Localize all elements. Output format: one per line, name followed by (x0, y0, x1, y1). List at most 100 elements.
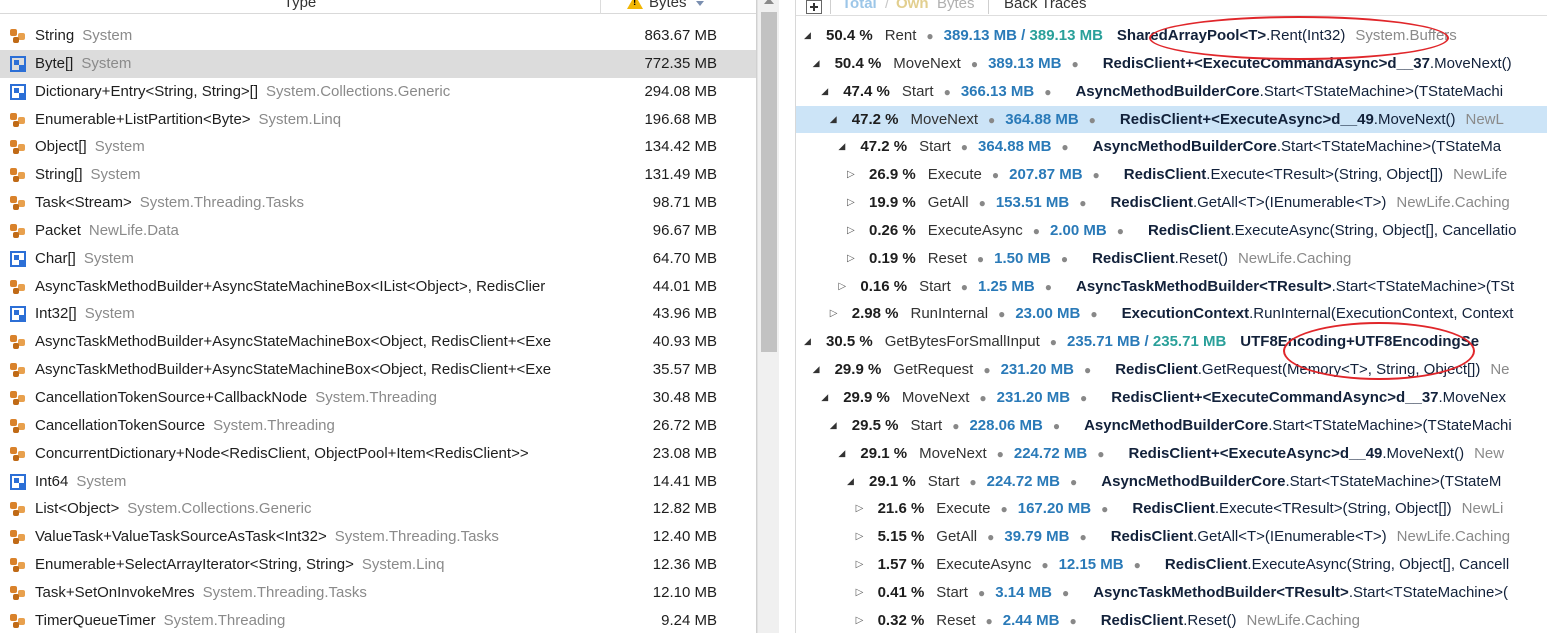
trace-bytes: 389.13 MB (943, 27, 1018, 44)
type-row[interactable]: CancellationTokenSource+CallbackNode Syst… (0, 384, 756, 412)
type-row[interactable]: Char[] System 64.70 MB (0, 245, 756, 273)
type-row[interactable]: Enumerable+SelectArrayIterator<String, S… (0, 551, 756, 579)
trace-method: Execute (927, 166, 982, 184)
type-row[interactable]: TimerQueueTimer System.Threading 9.24 MB (0, 607, 756, 633)
type-row[interactable]: Task<Stream> System.Threading.Tasks 98.71 … (0, 189, 756, 217)
type-name: TimerQueueTimer System.Threading (35, 607, 595, 633)
trace-row[interactable]: ◢ 47.2 % MoveNext ● 364.88 MB ● RedisClient+<E… (796, 105, 1547, 134)
trace-row[interactable]: ◢ 50.4 % MoveNext ● 389.13 MB ● RedisClient+<E… (796, 50, 1547, 78)
expanded-arrow-icon[interactable]: ◢ (813, 50, 820, 78)
type-name: Enumerable+SelectArrayIterator<String, S… (35, 551, 595, 579)
trace-row[interactable]: ▷ 1.57 % ExecuteAsync ● 12.15 MB ● RedisClient… (796, 551, 1547, 579)
trace-row[interactable]: ▷ 0.26 % ExecuteAsync ● 2.00 MB ● RedisClient.… (796, 217, 1547, 245)
type-row[interactable]: String System 863.67 MB (0, 22, 756, 50)
collapsed-arrow-icon[interactable]: ▷ (847, 245, 855, 273)
type-row[interactable]: Task+SetOnInvokeMres System.Threading.Tas… (0, 579, 756, 607)
expanded-arrow-icon[interactable]: ◢ (838, 133, 845, 161)
expanded-arrow-icon[interactable]: ◢ (821, 78, 828, 106)
collapsed-arrow-icon[interactable]: ▷ (856, 607, 864, 633)
toggle-bytes[interactable]: Bytes (937, 0, 975, 16)
back-traces-title[interactable]: Back Traces (1004, 0, 1087, 16)
trace-row[interactable]: ▷ 0.16 % Start ● 1.25 MB ● AsyncTaskMethodBuil… (796, 273, 1547, 301)
type-row[interactable]: List<Object> System.Collections.Generic 12… (0, 495, 756, 523)
trace-row[interactable]: ▷ 2.98 % RunInternal ● 23.00 MB ● ExecutionCon… (796, 300, 1547, 328)
trace-row[interactable]: ▷ 0.41 % Start ● 3.14 MB ● AsyncTaskMethodBuil… (796, 579, 1547, 607)
type-row[interactable]: Object[] System 134.42 MB (0, 133, 756, 161)
collapsed-arrow-icon[interactable]: ▷ (838, 273, 846, 301)
trace-row[interactable]: ◢ 47.4 % Start ● 366.13 MB ● AsyncMethodBuilde… (796, 78, 1547, 106)
collapsed-arrow-icon[interactable]: ▷ (856, 551, 864, 579)
trace-method: MoveNext (919, 444, 987, 462)
trace-row[interactable]: ◢ 47.2 % Start ● 364.88 MB ● AsyncMethodBuilde… (796, 133, 1547, 161)
expand-all-button[interactable] (806, 0, 822, 14)
trace-row[interactable]: ◢ 50.4 % Rent ● 389.13 MB / 389.13 MB SharedA… (796, 22, 1547, 50)
expanded-arrow-icon[interactable]: ◢ (804, 22, 811, 50)
trace-row[interactable]: ◢ 29.1 % MoveNext ● 224.72 MB ● RedisClient+<E… (796, 440, 1547, 468)
expanded-arrow-icon[interactable]: ◢ (838, 440, 845, 468)
separator-dot: ● (1071, 56, 1079, 71)
trace-line: 0.16 % Start ● 1.25 MB ● AsyncTaskMethodBuild… (860, 273, 1524, 302)
type-bytes: 294.08 MB (644, 82, 717, 100)
separator-dot: ● (996, 446, 1004, 461)
types-scrollbar-thumb[interactable] (761, 12, 777, 352)
types-scrollbar[interactable] (757, 0, 779, 633)
trace-row[interactable]: ◢ 29.5 % Start ● 228.06 MB ● AsyncMethodBuilde… (796, 412, 1547, 440)
type-row[interactable]: Byte[] System 772.35 MB (0, 49, 756, 78)
collapsed-arrow-icon[interactable]: ▷ (856, 523, 864, 551)
trace-row[interactable]: ▷ 5.15 % GetAll ● 39.79 MB ● RedisClient.GetAl… (796, 523, 1547, 551)
type-row[interactable]: Int64 System 14.41 MB (0, 468, 756, 496)
class-icon (10, 195, 26, 211)
scroll-up-arrow-icon[interactable] (764, 0, 774, 4)
trace-bytes: 235.71 MB (1067, 333, 1141, 351)
collapsed-arrow-icon[interactable]: ▷ (847, 189, 855, 217)
type-row[interactable]: Enumerable+ListPartition<Byte> System.Lin… (0, 106, 756, 134)
trace-row[interactable]: ◢ 29.1 % Start ● 224.72 MB ● AsyncMethodBuilde… (796, 468, 1547, 496)
trace-row[interactable]: ▷ 26.9 % Execute ● 207.87 MB ● RedisClient.Exe… (796, 161, 1547, 189)
expanded-arrow-icon[interactable]: ◢ (830, 412, 837, 440)
trace-row[interactable]: ▷ 0.32 % Reset ● 2.44 MB ● RedisClient.Reset()… (796, 607, 1547, 633)
trace-row[interactable]: ◢ 30.5 % GetBytesForSmallInput ● 235.71 MB /… (796, 328, 1547, 356)
type-bytes: 863.67 MB (644, 27, 717, 44)
collapsed-arrow-icon[interactable]: ▷ (847, 161, 855, 189)
type-row[interactable]: ConcurrentDictionary+Node<RedisClient, O… (0, 440, 756, 468)
type-row[interactable]: Int32[] System 43.96 MB (0, 300, 756, 328)
toggle-total[interactable]: Total (842, 0, 877, 16)
type-row[interactable]: AsyncTaskMethodBuilder+AsyncStateMachine… (0, 356, 756, 384)
toolbar-divider (830, 0, 831, 14)
expanded-arrow-icon[interactable]: ◢ (830, 106, 837, 134)
column-header-bytes[interactable]: ! Bytes (600, 0, 727, 14)
separator-dot: ● (943, 84, 951, 99)
trace-row[interactable]: ◢ 29.9 % GetRequest ● 231.20 MB ● RedisClient.… (796, 356, 1547, 384)
trace-namespace: NewLife (1453, 166, 1508, 184)
type-row[interactable]: CancellationTokenSource System.Threading 2… (0, 412, 756, 440)
collapsed-arrow-icon[interactable]: ▷ (856, 495, 864, 523)
trace-row[interactable]: ▷ 19.9 % GetAll ● 153.51 MB ● RedisClient.GetA… (796, 189, 1547, 217)
collapsed-arrow-icon[interactable]: ▷ (847, 217, 855, 245)
trace-row[interactable]: ▷ 21.6 % Execute ● 167.20 MB ● RedisClient.Exe… (796, 495, 1547, 523)
trace-class: AsyncTaskMethodBuilder<TResult> (1093, 583, 1349, 601)
collapsed-arrow-icon[interactable]: ▷ (830, 300, 838, 328)
type-row[interactable]: Packet NewLife.Data 96.67 MB (0, 217, 756, 245)
separator-dot: ● (1044, 279, 1052, 294)
separator-dot: ● (1032, 223, 1040, 238)
type-row[interactable]: Dictionary+Entry<String, String>[] System… (0, 78, 756, 106)
trace-row[interactable]: ▷ 0.19 % Reset ● 1.50 MB ● RedisClient.Reset()… (796, 245, 1547, 273)
type-row[interactable]: AsyncTaskMethodBuilder+AsyncStateMachine… (0, 273, 756, 301)
type-row[interactable]: String[] System 131.49 MB (0, 161, 756, 189)
type-row[interactable]: ValueTask+ValueTaskSourceAsTask<Int32> Sy… (0, 523, 756, 551)
type-name-text: Int32[] (35, 305, 77, 323)
toggle-own[interactable]: Own (896, 0, 929, 16)
trace-bytes: 12.15 MB (1058, 556, 1124, 574)
trace-signature: .Reset() (1183, 611, 1237, 629)
trace-row[interactable]: ◢ 29.9 % MoveNext ● 231.20 MB ● RedisClient+<E… (796, 384, 1547, 412)
type-row[interactable]: AsyncTaskMethodBuilder+AsyncStateMachine… (0, 328, 756, 356)
expanded-arrow-icon[interactable]: ◢ (804, 328, 811, 356)
expanded-arrow-icon[interactable]: ◢ (813, 356, 820, 384)
expanded-arrow-icon[interactable]: ◢ (821, 384, 828, 412)
type-bytes: 134.42 MB (644, 138, 717, 156)
trace-signature: .Rent(Int32) (1266, 27, 1346, 44)
expanded-arrow-icon[interactable]: ◢ (847, 468, 854, 496)
collapsed-arrow-icon[interactable]: ▷ (856, 579, 864, 607)
trace-namespace: System.Buffers (1355, 27, 1457, 44)
column-header-type[interactable]: Type (0, 0, 600, 14)
